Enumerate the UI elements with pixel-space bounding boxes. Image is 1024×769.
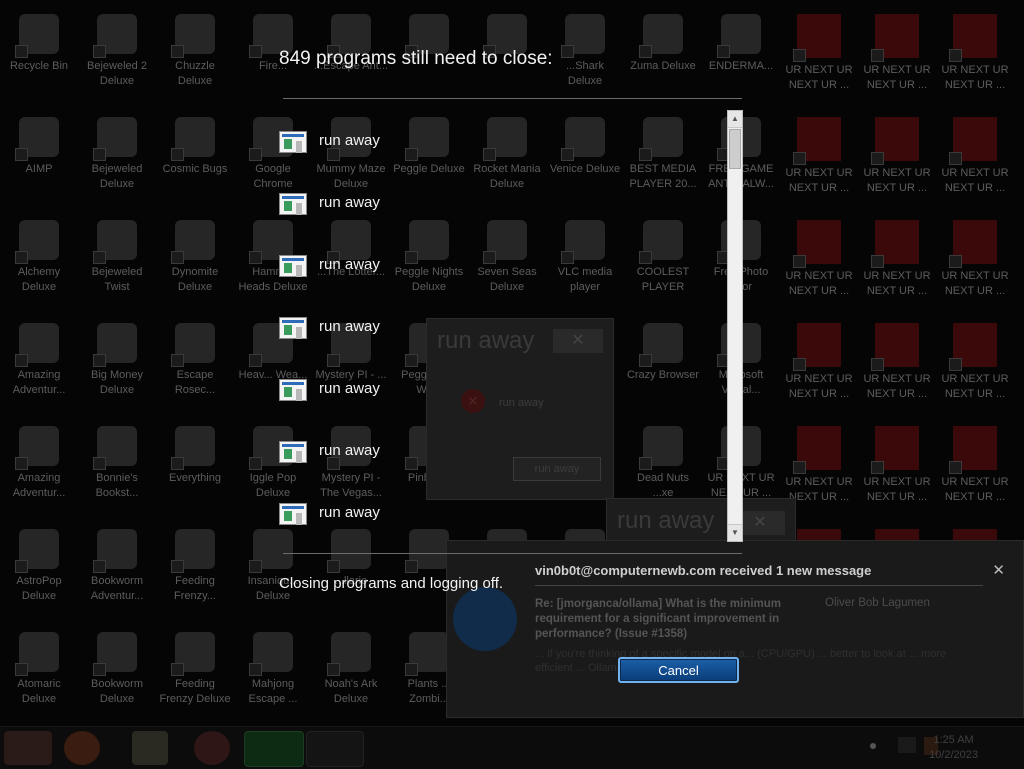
window-app-icon bbox=[279, 379, 307, 401]
list-item[interactable]: run away bbox=[279, 255, 719, 283]
list-item[interactable]: run away bbox=[279, 131, 719, 159]
program-name: run away bbox=[319, 132, 380, 149]
window-app-icon bbox=[279, 441, 307, 463]
list-item[interactable]: run away bbox=[279, 317, 719, 345]
list-item[interactable]: run away bbox=[279, 193, 719, 221]
list-item[interactable]: run away bbox=[279, 379, 719, 407]
cancel-button[interactable]: Cancel bbox=[618, 657, 739, 683]
scroll-up-arrow[interactable]: ▲ bbox=[728, 111, 742, 128]
divider bbox=[283, 553, 742, 554]
program-name: run away bbox=[319, 504, 380, 521]
status-text: Closing programs and logging off. bbox=[279, 575, 504, 592]
list-item[interactable]: run away bbox=[279, 503, 719, 531]
divider bbox=[283, 98, 742, 99]
program-name: run away bbox=[319, 442, 380, 459]
scrollbar-thumb[interactable] bbox=[729, 129, 741, 169]
window-app-icon bbox=[279, 317, 307, 339]
scrollbar[interactable]: ▲ ▼ bbox=[727, 110, 743, 542]
window-app-icon bbox=[279, 193, 307, 215]
window-app-icon bbox=[279, 255, 307, 277]
program-name: run away bbox=[319, 318, 380, 335]
program-name: run away bbox=[319, 256, 380, 273]
list-item[interactable]: run away bbox=[279, 441, 719, 469]
program-name: run away bbox=[319, 380, 380, 397]
window-app-icon bbox=[279, 503, 307, 525]
window-app-icon bbox=[279, 131, 307, 153]
logoff-screen: 849 programs still need to close: run aw… bbox=[0, 0, 1024, 768]
program-name: run away bbox=[319, 194, 380, 211]
program-list[interactable]: run away run away run away run away run away… bbox=[279, 110, 729, 542]
page-title: 849 programs still need to close: bbox=[279, 48, 553, 69]
scroll-down-arrow[interactable]: ▼ bbox=[728, 524, 742, 541]
